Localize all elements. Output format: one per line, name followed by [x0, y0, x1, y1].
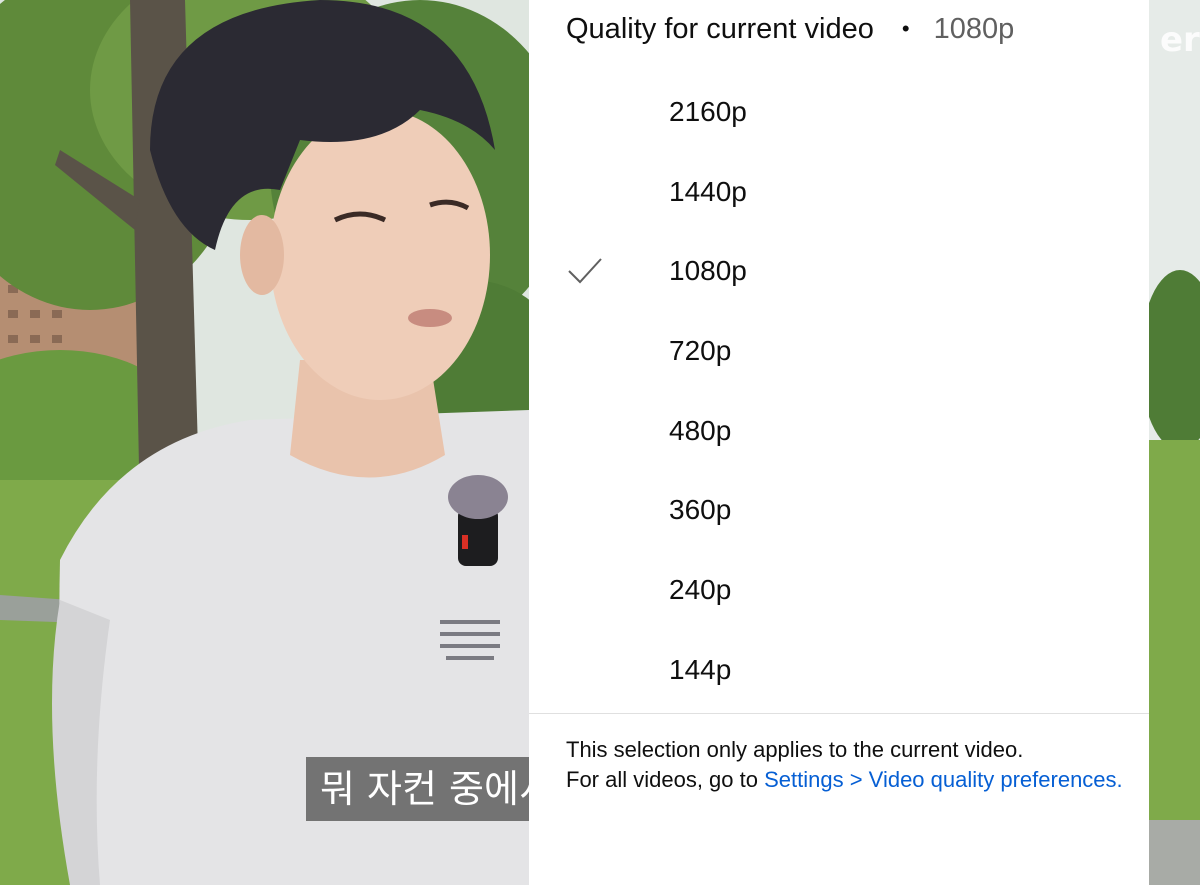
subtitle-caption: 뭐 자컨 중에서 [306, 757, 536, 821]
checkmark-icon [568, 258, 602, 284]
footer-line-1: This selection only applies to the curre… [566, 737, 1024, 762]
quality-options-list: 2160p 1440p 1080p 720p 480p 360p 240p 14… [529, 72, 1149, 710]
quality-option-label: 2160p [669, 95, 747, 127]
current-quality-value: 1080p [933, 12, 1015, 45]
quality-option-label: 360p [669, 494, 732, 526]
footer-line-2: For all videos, go to Settings > Video q… [566, 765, 1126, 795]
quality-option-360p[interactable]: 360p [529, 470, 1149, 550]
quality-option-label: 1440p [669, 175, 747, 207]
panel-title: Quality for current video [566, 12, 874, 45]
quality-option-2160p[interactable]: 2160p [529, 72, 1149, 152]
quality-option-720p[interactable]: 720p [529, 311, 1149, 391]
quality-option-480p[interactable]: 480p [529, 391, 1149, 471]
panel-divider [529, 713, 1149, 714]
header-separator: • [901, 16, 910, 41]
quality-option-label: 720p [669, 334, 732, 366]
footer-line-2-prefix: For all videos, go to [566, 766, 765, 792]
quality-option-label: 240p [669, 573, 732, 605]
quality-option-label: 1080p [669, 255, 747, 287]
quality-option-240p[interactable]: 240p [529, 550, 1149, 630]
quality-option-1080p[interactable]: 1080p [529, 231, 1149, 311]
quality-settings-panel: Quality for current video • 1080p 2160p … [529, 0, 1149, 885]
quality-option-label: 480p [669, 414, 732, 446]
quality-option-label: 144p [669, 653, 732, 685]
video-overlay-text: er [1160, 20, 1200, 60]
settings-video-quality-link[interactable]: Settings > Video quality preferences. [764, 767, 1123, 792]
panel-footer-note: This selection only applies to the curre… [566, 735, 1126, 794]
quality-option-144p[interactable]: 144p [529, 630, 1149, 710]
quality-option-1440p[interactable]: 1440p [529, 152, 1149, 232]
panel-header: Quality for current video • 1080p [566, 8, 1014, 50]
